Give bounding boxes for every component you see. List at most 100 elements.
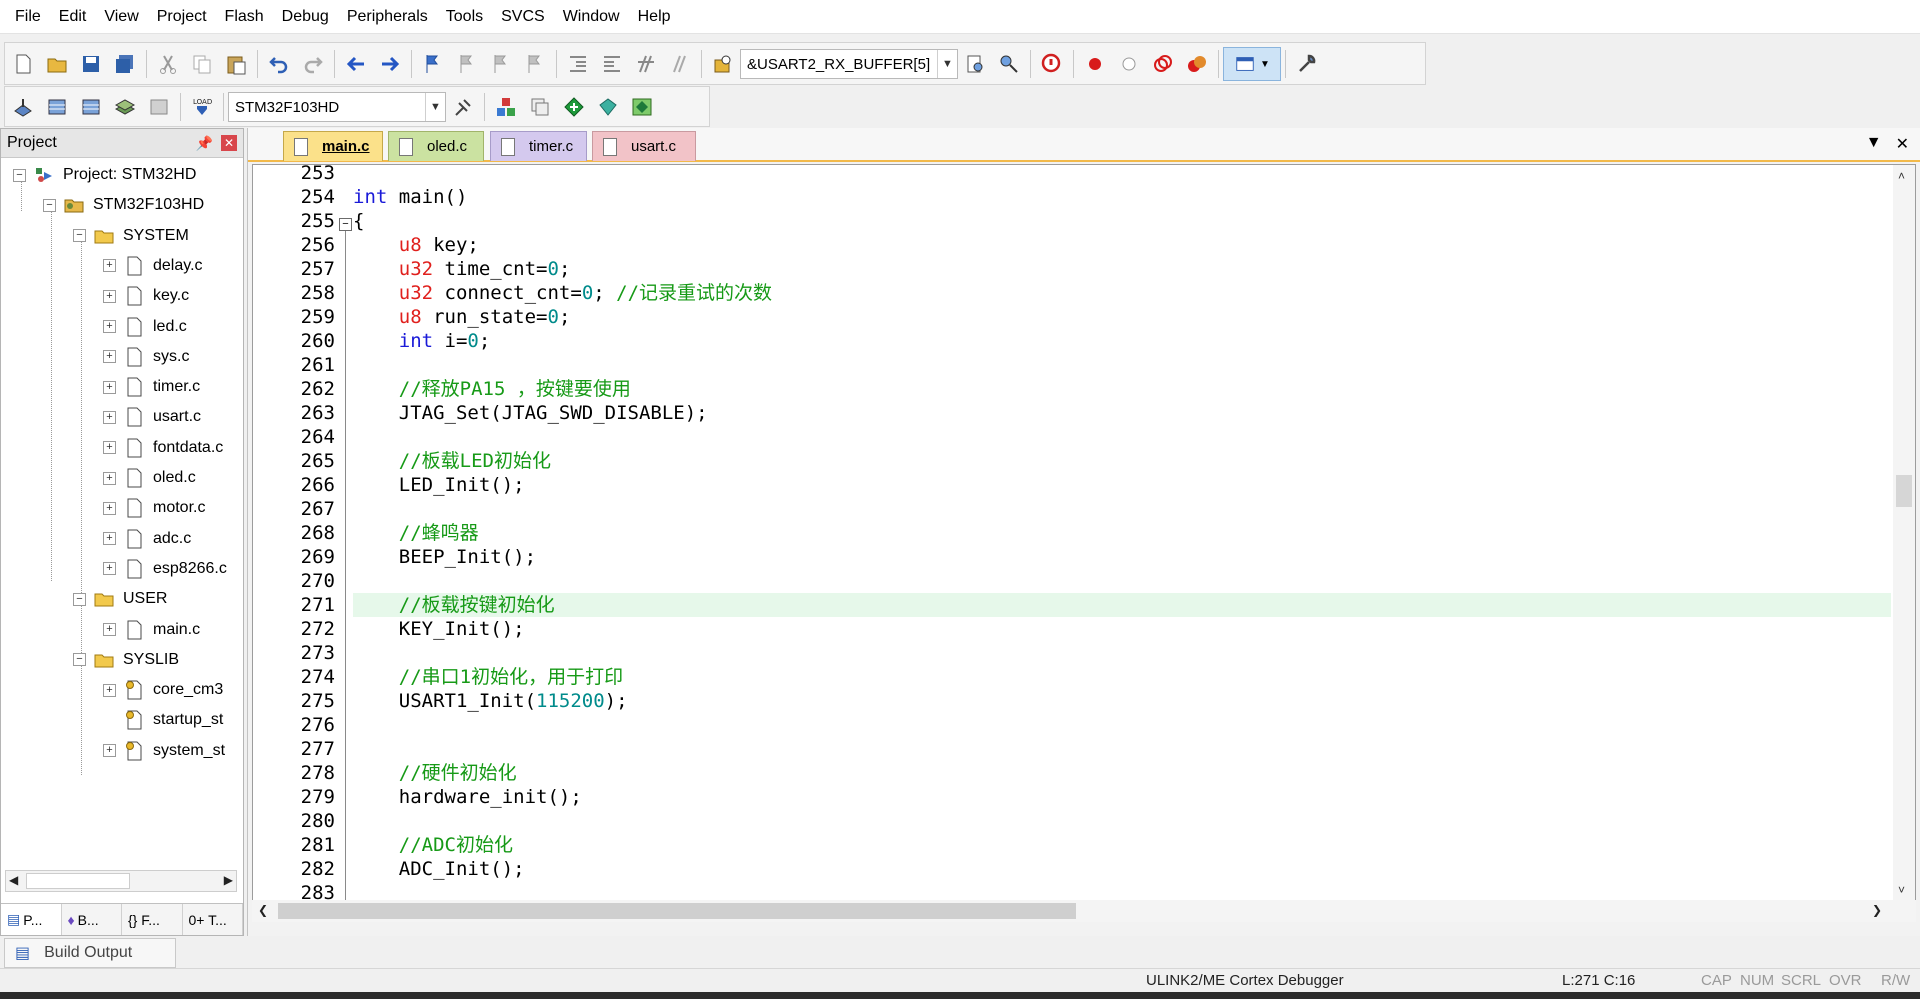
editor-vertical-scrollbar[interactable]: ˄ ˅ [1893,165,1915,901]
comment-icon[interactable] [629,47,663,81]
unindent-icon[interactable] [595,47,629,81]
code-line[interactable]: u32 time_cnt=0; [353,257,1891,281]
tree-item[interactable]: + usart.c [103,402,201,432]
nav-forward-icon[interactable] [373,47,407,81]
tree-item[interactable]: + core_cm3 [103,675,223,705]
menu-flash[interactable]: Flash [216,0,273,34]
scroll-up-icon[interactable]: ˄ [1898,169,1905,183]
tree-item[interactable]: + timer.c [103,372,200,402]
bookmark-next-icon[interactable] [484,47,518,81]
run-time-environment-icon[interactable] [591,90,625,124]
tab-usart-c[interactable]: usart.c [592,131,696,161]
chevron-down-icon[interactable]: ▼ [937,50,957,78]
cut-icon[interactable] [151,47,185,81]
menu-help[interactable]: Help [629,0,680,34]
tree-item[interactable]: + key.c [103,281,189,311]
expand-icon[interactable]: + [103,501,116,515]
code-line[interactable]: //板载LED初始化 [353,449,1891,473]
breakpoint-insert-icon[interactable] [1078,47,1112,81]
code-line[interactable]: ADC_Init(); [353,857,1891,881]
select-packs-icon[interactable] [523,90,557,124]
tab-list-dropdown-icon[interactable]: ▼ [1866,134,1882,154]
close-icon[interactable]: ✕ [221,135,237,151]
target-options-icon[interactable] [446,90,480,124]
tab-main-c[interactable]: main.c [283,131,383,161]
code-line[interactable]: BEEP_Init(); [353,545,1891,569]
code-line[interactable]: u32 connect_cnt=0; //记录重试的次数 [353,281,1891,305]
expand-icon[interactable]: + [103,744,116,758]
pin-icon[interactable]: 📌 [196,135,213,152]
menu-tools[interactable]: Tools [437,0,492,34]
tree-item[interactable]: + oled.c [103,463,196,493]
code-text[interactable]: int main(){ u8 key; u32 time_cnt=0; u32 … [353,165,1891,897]
indent-icon[interactable] [561,47,595,81]
code-line[interactable] [353,737,1891,761]
find-in-files-icon[interactable] [706,47,740,81]
tab-books[interactable]: ♦ B... [62,904,122,935]
expand-icon[interactable]: + [103,410,116,424]
tab-templates[interactable]: 0+ T... [183,904,243,935]
expand-icon[interactable]: + [103,350,116,364]
code-line[interactable]: //硬件初始化 [353,761,1891,785]
menu-project[interactable]: Project [148,0,216,34]
code-line[interactable]: { [353,209,1891,233]
tab-oled-c[interactable]: oled.c [388,131,484,161]
window-layout-button[interactable]: ▼ [1223,47,1281,81]
breakpoint-margin[interactable] [253,165,283,901]
redo-icon[interactable] [296,47,330,81]
tree-item[interactable]: + sys.c [103,342,189,372]
code-editor[interactable]: 253 254 255 256 257 258 259 260 261 262 263 264 265 2… [252,164,1916,902]
paste-icon[interactable] [219,47,253,81]
tab-functions[interactable]: {} F... [122,904,183,935]
code-line[interactable]: USART1_Init(115200); [353,689,1891,713]
tree-item[interactable]: + system_st [103,736,225,766]
menu-file[interactable]: File [6,0,50,34]
tree-item[interactable]: + motor.c [103,493,205,523]
collapse-icon[interactable]: − [43,198,56,212]
project-horizontal-scrollbar[interactable]: ◀ ▶ [5,870,237,892]
code-line[interactable]: LED_Init(); [353,473,1891,497]
expand-icon[interactable]: + [103,471,116,485]
code-line[interactable]: u8 run_state=0; [353,305,1891,329]
undo-icon[interactable] [262,47,296,81]
find-icon[interactable] [958,47,992,81]
copy-icon[interactable] [185,47,219,81]
tree-item[interactable]: − SYSLIB [73,645,179,675]
code-line[interactable]: u8 key; [353,233,1891,257]
debug-session-icon[interactable] [1035,47,1069,81]
code-line[interactable] [353,809,1891,833]
code-line[interactable]: //蜂鸣器 [353,521,1891,545]
collapse-icon[interactable]: − [73,653,86,667]
incremental-find-icon[interactable] [992,47,1026,81]
scroll-thumb[interactable] [1896,475,1912,507]
tree-item[interactable]: startup_st [103,705,223,735]
tree-item[interactable]: − STM32F103HD [43,190,204,220]
menu-window[interactable]: Window [554,0,629,34]
scroll-thumb[interactable] [26,873,130,889]
build-icon[interactable] [40,90,74,124]
collapse-icon[interactable]: − [73,592,86,606]
current-code-line[interactable]: //板载按键初始化 [353,593,1891,617]
scroll-left-icon[interactable]: ❮ [258,903,268,917]
tree-item[interactable]: − USER [73,584,167,614]
bookmark-clear-icon[interactable] [518,47,552,81]
code-line[interactable] [353,881,1891,901]
open-folder-icon[interactable] [40,47,74,81]
collapse-icon[interactable]: − [73,229,86,243]
scroll-right-icon[interactable]: ❯ [1872,903,1882,917]
code-line[interactable] [353,641,1891,665]
breakpoint-disable-all-icon[interactable] [1146,47,1180,81]
save-icon[interactable] [74,47,108,81]
scroll-down-icon[interactable]: ˅ [1898,883,1905,897]
menu-edit[interactable]: Edit [50,0,96,34]
code-line[interactable]: hardware_init(); [353,785,1891,809]
code-line[interactable]: //串口1初始化，用于打印 [353,665,1891,689]
fold-collapse-icon[interactable]: − [339,218,352,231]
software-packs-icon[interactable] [625,90,659,124]
code-line[interactable] [353,353,1891,377]
new-file-icon[interactable] [6,47,40,81]
tab-timer-c[interactable]: timer.c [490,131,587,161]
expand-icon[interactable]: + [103,441,116,455]
uncomment-icon[interactable] [663,47,697,81]
expand-icon[interactable]: + [103,623,116,636]
